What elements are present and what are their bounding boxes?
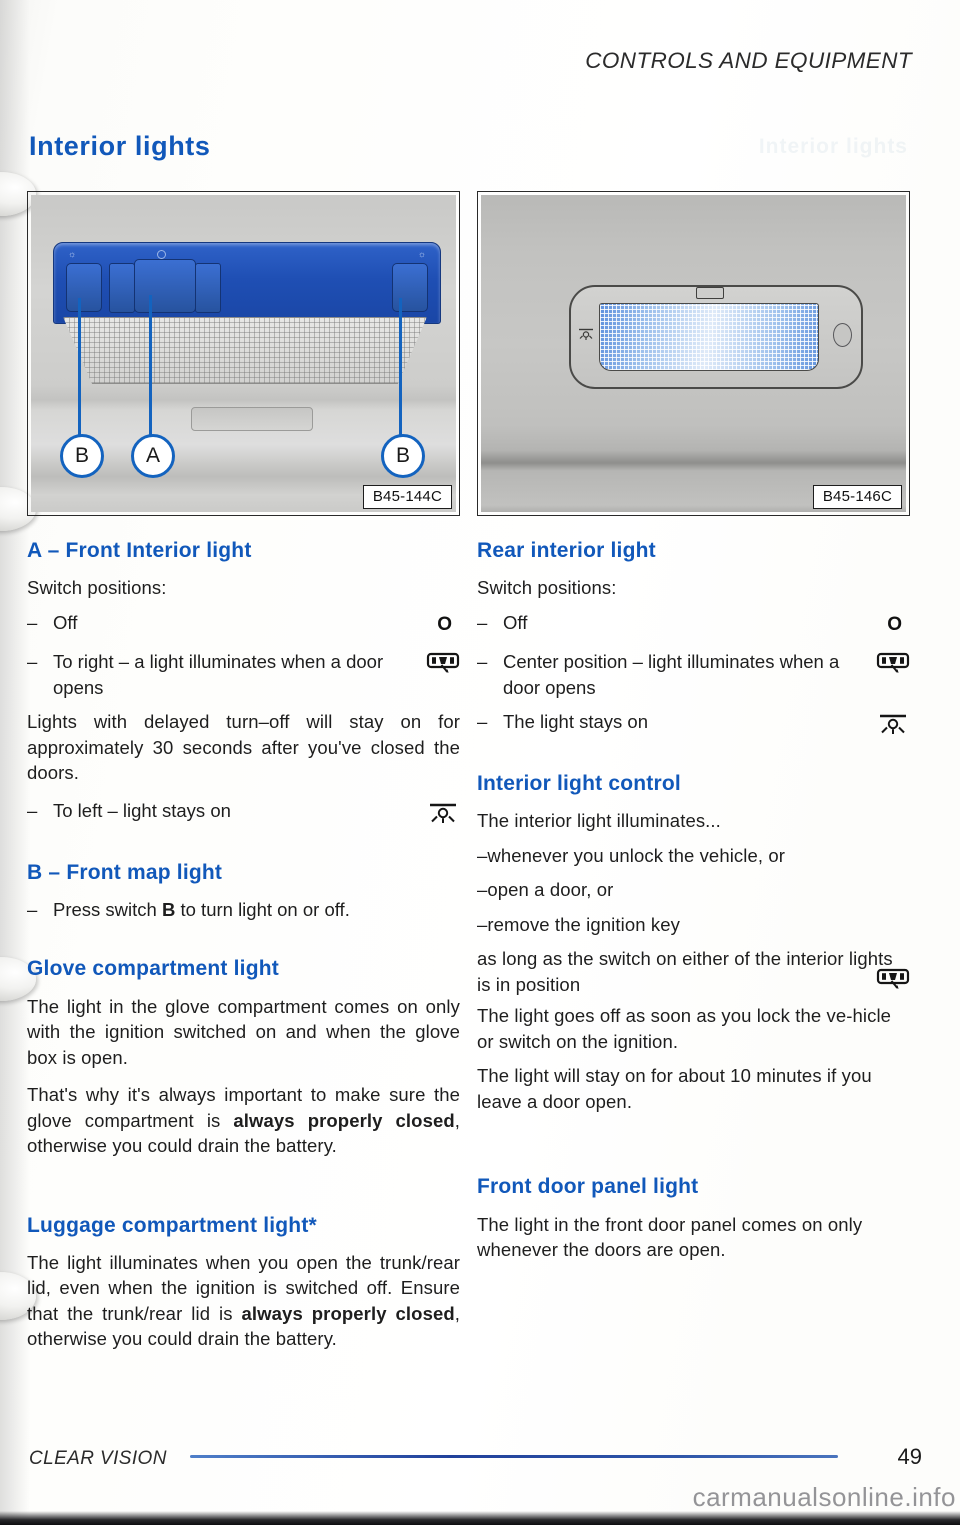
control-intro: The interior light illuminates... [477,810,721,832]
list-item: – Off O [477,610,910,638]
callout-label: B [395,444,410,467]
lamp-pivot-dot [157,250,166,259]
switch-bezel [195,263,221,313]
callout-bubble-a: A [131,434,175,478]
rear-lamp-knob [833,323,852,347]
map-light-text-before: Press switch [53,898,162,920]
running-head: CONTROLS AND EQUIPMENT [585,48,912,73]
light-on-icon [414,798,460,826]
list-item-label: Center position – light illuminates when… [503,651,840,698]
light-on-icon [864,709,910,737]
control-condition: as long as the switch on either of the i… [477,948,893,995]
left-text-column: A – Front Interior light Switch position… [27,538,460,1352]
list-item-label: The light stays on [503,711,648,733]
list-item: – Center position – light illuminates wh… [477,649,910,700]
control-item-unlock: –whenever you unlock the vehicle, or [477,844,786,866]
list-dash: – [477,711,488,733]
list-dash: – [27,898,38,920]
list-item: – The light stays on [477,709,910,737]
control-item-remove-key: –remove the ignition key [477,913,680,935]
list-item-label: To right – a light illuminates when a do… [53,651,384,698]
roof-handle-recess [191,407,313,431]
door-contact-switch-icon [414,649,460,677]
callout-leader-line [78,298,81,436]
rear-lamp-lens [599,303,819,371]
page-number: 49 [897,1444,922,1469]
list-item-label: Off [53,611,78,633]
page-title: Interior lights [29,131,211,161]
door-panel-paragraph: The light in the front door panel comes … [477,1213,863,1261]
front-lamp-diffuser [63,317,427,384]
callout-leader-line [399,298,402,436]
list-dash: – [27,651,38,673]
list-dash: – [27,799,38,821]
glove-paragraph-1: The light in the glove compartment comes… [27,995,460,1068]
control-item-open-door: –open a door, or [477,879,614,901]
rear-lamp-switch [696,287,724,299]
map-light-glyph: ☼ [417,249,426,259]
control-paragraph-1: The light goes off as soon as you lock t… [477,1005,892,1052]
heading-glove-compartment-light: Glove compartment light [27,957,279,981]
callout-bubble-b-left: B [60,434,104,478]
callout-leader-line [149,295,152,436]
switch-label-b: B [161,898,176,920]
list-item: – To right – a light illuminates when a … [27,649,460,700]
heading-front-interior-light: A – Front Interior light [27,539,252,562]
light-on-icon [576,325,596,346]
figure-rear-interior-light: B45-146C [477,191,910,516]
callout-label: A [145,444,160,467]
right-text-column: Rear interior light Switch positions: – … [477,538,910,1263]
off-position-glyph: O [887,613,902,635]
list-item-label: Press switch B to turn light on or off. [53,897,460,923]
footer-rule [190,1455,838,1458]
list-item: – Off O [27,610,460,638]
map-light-switch-b-left [66,263,102,312]
figure-front-interior-light: ☼ ☼ B A B B45-144C [27,191,460,516]
control-paragraph-2: The light will stay on for about 10 minu… [477,1065,872,1112]
list-dash: – [477,611,488,633]
heading-front-door-panel-light: Front door panel light [477,1175,699,1199]
figure-caption-left: B45-144C [362,485,452,509]
heading-rear-interior-light: Rear interior light [477,539,656,562]
off-position-symbol: O [414,610,460,638]
luggage-emphasis: always properly closed [241,1302,455,1324]
scan-bottom-shadow [0,1511,960,1525]
glove-paragraph-2: That's why it's always important to make… [27,1082,460,1159]
door-contact-switch-icon [864,649,910,677]
glove-emphasis: always properly closed [233,1109,455,1131]
list-item: – To left – light stays on [27,798,460,826]
list-dash: – [477,651,488,673]
switch-positions-label-left: Switch positions: [27,577,167,599]
list-item: – Press switch B to turn light on or off… [27,897,460,923]
front-lamp-housing: ☼ ☼ [53,242,441,324]
map-light-text-after: to turn light on or off. [175,898,350,920]
delayed-turnoff-paragraph: Lights with delayed turn–off will stay o… [27,711,460,784]
heading-luggage-compartment-light: Luggage compartment light* [27,1213,317,1237]
manual-page: CONTROLS AND EQUIPMENT Interior lights I… [0,0,960,1525]
map-light-switch-b-right [392,263,428,312]
list-item-label: Off [503,611,528,633]
door-contact-switch-icon [876,967,910,998]
watermark: carmanualsonline.info [692,1482,956,1512]
figure-caption-right: B45-146C [812,485,902,509]
bleed-through-ghost-text: Interior lights [758,135,908,158]
off-position-symbol: O [864,610,910,638]
switch-bezel [109,263,135,313]
switch-positions-label-right: Switch positions: [477,577,617,599]
callout-bubble-b-right: B [381,434,425,478]
list-dash: – [27,611,38,633]
list-item-label: To left – light stays on [53,799,231,821]
heading-interior-light-control: Interior light control [477,772,681,796]
off-position-glyph: O [437,613,452,635]
footer-chapter-label: CLEAR VISION [29,1448,167,1469]
luggage-paragraph: The light illuminates when you open the … [27,1250,460,1352]
map-light-glyph: ☼ [68,249,77,259]
callout-label: B [74,444,89,467]
heading-front-map-light: B – Front map light [27,860,223,884]
interior-light-switch-a [134,259,196,313]
